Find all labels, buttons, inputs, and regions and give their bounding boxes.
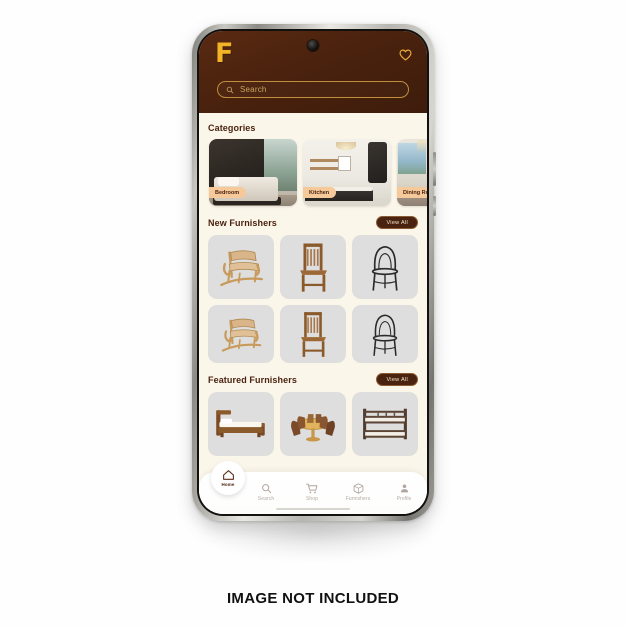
nav-item-furnishers[interactable]: Furnishers — [338, 483, 378, 502]
bentwood-chair-icon — [371, 245, 399, 291]
home-icon — [222, 470, 234, 480]
search-icon — [226, 86, 234, 93]
phone-screen: F Search Categories Bedroom Kitchen Dini… — [199, 31, 427, 514]
person-icon — [400, 484, 408, 493]
category-card-dining-room[interactable]: Dining Roo — [397, 139, 427, 206]
new-furnishers-row-1 — [208, 235, 418, 299]
rocking-chair-icon — [220, 250, 263, 287]
category-label: Dining Roo — [397, 187, 427, 198]
product-tile-bentwood-chair[interactable] — [352, 235, 418, 299]
home-indicator — [276, 507, 350, 510]
product-tile-bunk-bed[interactable] — [352, 392, 418, 456]
categories-header: Categories — [208, 113, 418, 139]
product-tile-wooden-dining-chair[interactable] — [280, 235, 346, 299]
nav-label-profile: Profile — [396, 496, 412, 502]
nav-item-profile[interactable]: Profile — [384, 483, 424, 502]
category-label: Bedroom — [209, 187, 247, 198]
nav-item-home[interactable]: Home — [211, 461, 245, 495]
featured-furnishers-title: Featured Furnishers — [208, 374, 297, 385]
power-button[interactable] — [433, 196, 436, 216]
app-logo[interactable]: F — [211, 40, 233, 67]
category-card-kitchen[interactable]: Kitchen — [303, 139, 391, 206]
nav-item-search[interactable]: Search — [246, 483, 286, 502]
search-bar[interactable]: Search — [217, 81, 409, 98]
product-tile-wooden-bed[interactable] — [208, 392, 274, 456]
product-tile-rocking-chair[interactable] — [208, 235, 274, 299]
dining-table-set-icon — [291, 414, 335, 442]
nav-item-shop[interactable]: Shop — [292, 483, 332, 502]
front-camera-icon — [307, 40, 319, 51]
search-input[interactable]: Search — [240, 85, 267, 94]
product-tile-dining-table-set[interactable] — [280, 392, 346, 456]
phone-bezel: F Search Categories Bedroom Kitchen Dini… — [197, 29, 429, 516]
bottom-navigation: Home Search Shop Furnishers Profile — [199, 461, 427, 514]
featured-furnishers-header: Featured Furnishers View All — [208, 363, 418, 392]
bunk-bed-icon — [363, 408, 407, 440]
category-card-bedroom[interactable]: Bedroom — [209, 139, 297, 206]
nav-label-furnishers: Furnishers — [345, 496, 371, 502]
wooden-dining-chair-icon — [300, 243, 327, 292]
product-tile-wooden-dining-chair[interactable] — [280, 305, 346, 363]
box-icon — [353, 483, 363, 494]
scene-root: F Search Categories Bedroom Kitchen Dini… — [0, 0, 626, 626]
categories-title: Categories — [208, 123, 256, 133]
product-tile-rocking-chair[interactable] — [208, 305, 274, 363]
view-all-new-furnishers-button[interactable]: View All — [376, 216, 418, 229]
new-furnishers-row-2 — [208, 305, 418, 363]
product-tile-bentwood-chair[interactable] — [352, 305, 418, 363]
view-all-featured-furnishers-button[interactable]: View All — [376, 373, 418, 386]
cart-icon — [306, 483, 318, 494]
phone-ground-shadow — [196, 520, 436, 560]
featured-furnishers-row-1 — [208, 392, 418, 456]
new-furnishers-header: New Furnishers View All — [208, 206, 418, 235]
phone-device: F Search Categories Bedroom Kitchen Dini… — [192, 24, 436, 521]
volume-button[interactable] — [433, 152, 436, 186]
new-furnishers-title: New Furnishers — [208, 217, 277, 228]
nav-label-shop: Shop — [305, 496, 319, 502]
nav-label-search: Search — [257, 496, 275, 502]
wooden-dining-chair-icon — [301, 312, 326, 357]
categories-row[interactable]: Bedroom Kitchen Dining R — [208, 139, 427, 206]
app-header: F Search — [199, 31, 427, 113]
nav-label-home: Home — [221, 482, 235, 487]
search-icon — [261, 484, 271, 494]
bentwood-chair-icon — [372, 314, 398, 356]
category-label: Kitchen — [303, 187, 337, 198]
app-content: Categories Bedroom Kitchen Dining R New … — [199, 113, 427, 514]
heart-icon[interactable] — [399, 41, 415, 66]
rocking-chair-icon — [221, 318, 262, 352]
image-caption: IMAGE NOT INCLUDED — [226, 590, 400, 607]
wooden-bed-icon — [216, 410, 265, 438]
